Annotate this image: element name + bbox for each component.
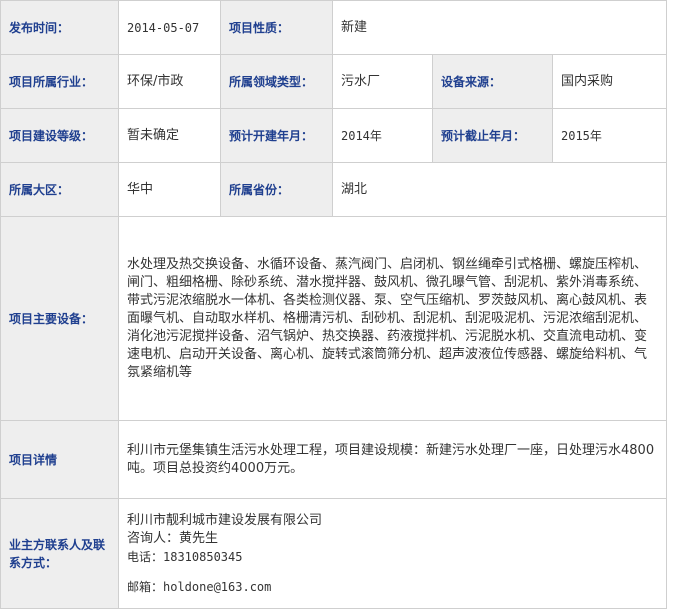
contact-person: 咨询人：黄先生 [127, 530, 219, 546]
province-value: 湖北 [331, 162, 668, 217]
publish-time-value: 2014-05-07 [118, 0, 221, 55]
industry-value: 环保/市政 [118, 54, 221, 109]
build-level-label: 项目建设等级： [0, 108, 119, 163]
domain-type-value: 污水厂 [332, 54, 433, 109]
row-region: 所属大区： 华中 所属省份： 湖北 [0, 162, 668, 217]
domain-type-label: 所属领域类型： [220, 54, 333, 109]
build-level-value: 暂未确定 [118, 108, 221, 163]
row-details: 项目详情 利川市元堡集镇生活污水处理工程，项目建设规模：新建污水处理厂一座，日处… [0, 420, 668, 499]
row-main-equipment: 项目主要设备： 水处理及热交换设备、水循环设备、蒸汽阀门、启闭机、钢丝绳牵引式格… [0, 216, 668, 421]
row-contact: 业主方联系人及联系方式： 利川市靓利城市建设发展有限公司 咨询人：黄先生 电话：… [0, 498, 668, 609]
province-label: 所属省份： [220, 162, 333, 217]
industry-label: 项目所属行业： [0, 54, 119, 109]
equip-source-label: 设备来源： [432, 54, 553, 109]
contact-company: 利川市靓利城市建设发展有限公司 [127, 512, 323, 528]
project-nature-label: 项目性质： [220, 0, 333, 55]
row-industry: 项目所属行业： 环保/市政 所属领域类型： 污水厂 设备来源： 国内采购 [0, 54, 668, 109]
end-year-value: 2015年 [551, 108, 668, 163]
details-label: 项目详情 [0, 420, 119, 499]
publish-time-label: 发布时间： [0, 0, 119, 55]
contact-value: 利川市靓利城市建设发展有限公司 咨询人：黄先生 电话：18310850345 邮… [117, 498, 668, 609]
row-publish-time: 发布时间： 2014-05-07 项目性质： 新建 [0, 0, 668, 55]
project-info-table: 发布时间： 2014-05-07 项目性质： 新建 项目所属行业： 环保/市政 … [0, 0, 668, 609]
region-value: 华中 [118, 162, 221, 217]
start-year-value: 2014年 [332, 108, 433, 163]
equip-source-value: 国内采购 [551, 54, 668, 109]
details-value: 利川市元堡集镇生活污水处理工程，项目建设规模：新建污水处理厂一座，日处理污水48… [117, 420, 668, 499]
main-equipment-label: 项目主要设备： [0, 216, 119, 421]
contact-label: 业主方联系人及联系方式： [0, 498, 119, 609]
project-nature-value: 新建 [331, 0, 668, 55]
end-year-label: 预计截止年月： [432, 108, 553, 163]
contact-email: 邮箱：holdone@163.com [127, 579, 272, 594]
row-build-level: 项目建设等级： 暂未确定 预计开建年月： 2014年 预计截止年月： 2015年 [0, 108, 668, 163]
main-equipment-value: 水处理及热交换设备、水循环设备、蒸汽阀门、启闭机、钢丝绳牵引式格栅、螺旋压榨机、… [117, 216, 668, 421]
contact-phone: 电话：18310850345 [127, 549, 243, 564]
region-label: 所属大区： [0, 162, 119, 217]
start-year-label: 预计开建年月： [220, 108, 333, 163]
